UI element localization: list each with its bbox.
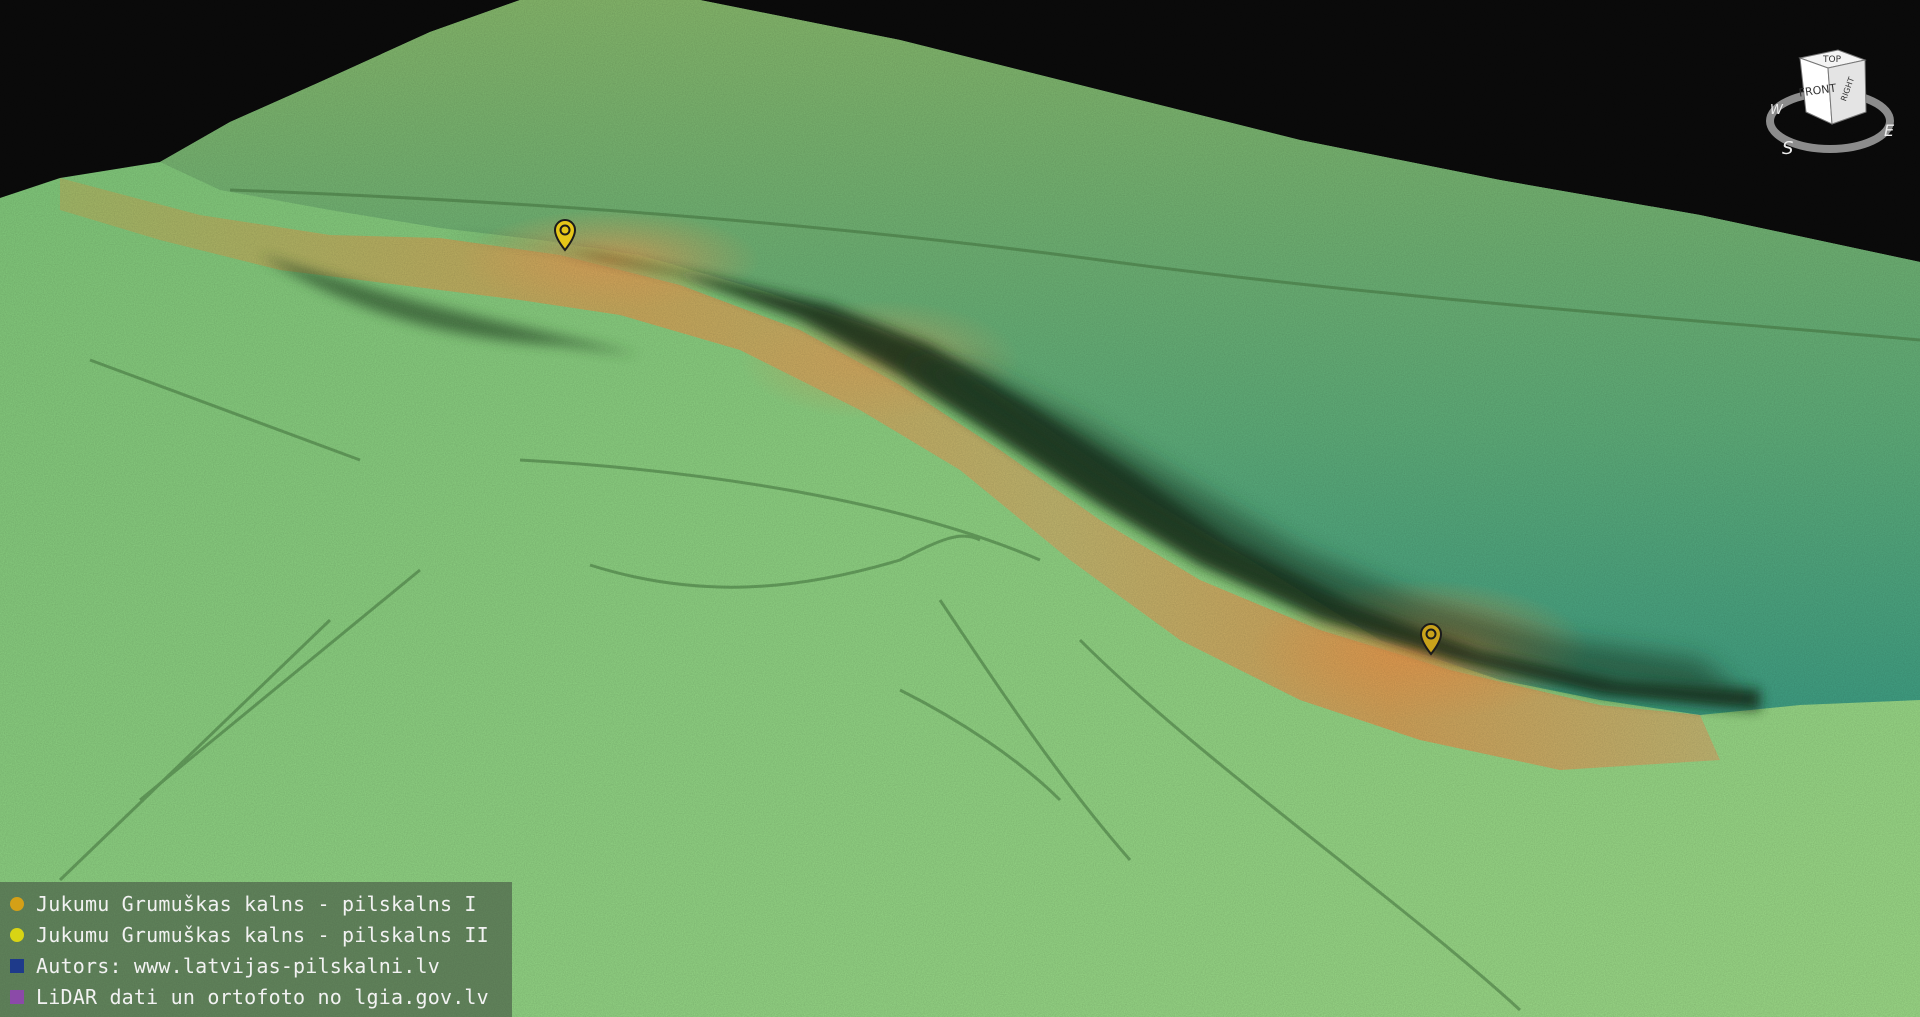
compass-s: S: [1782, 138, 1793, 159]
lidar-texture: [0, 0, 1920, 1017]
legend-label: Jukumu Grumuškas kalns - pilskalns I: [36, 891, 477, 916]
legend-square-blue-icon: [10, 958, 24, 973]
map-legend: Jukumu Grumuškas kalns - pilskalns I Juk…: [0, 882, 512, 1017]
legend-label: LiDAR dati un ortofoto no lgia.gov.lv: [36, 984, 489, 1009]
legend-label: Jukumu Grumuškas kalns - pilskalns II: [36, 922, 489, 947]
legend-item-author[interactable]: Autors: www.latvijas-pilskalni.lv: [0, 950, 512, 981]
cube-top-label: TOP: [1822, 55, 1842, 65]
legend-item-data-source[interactable]: LiDAR dati un ortofoto no lgia.gov.lv: [0, 981, 512, 1012]
navigation-cube[interactable]: TOP FRONT RIGHT W S E: [1760, 46, 1910, 166]
legend-item-pilskalns-i[interactable]: Jukumu Grumuškas kalns - pilskalns I: [0, 888, 512, 919]
compass-w: W: [1770, 103, 1784, 118]
legend-dot-yellow-icon: [10, 896, 24, 911]
legend-item-pilskalns-ii[interactable]: Jukumu Grumuškas kalns - pilskalns II: [0, 919, 512, 950]
legend-label: Autors: www.latvijas-pilskalni.lv: [36, 953, 440, 978]
legend-square-purple-icon: [10, 989, 24, 1004]
terrain-3d-view[interactable]: [0, 0, 1920, 1017]
legend-dot-lime-icon: [10, 927, 24, 942]
compass-e: E: [1884, 121, 1895, 140]
